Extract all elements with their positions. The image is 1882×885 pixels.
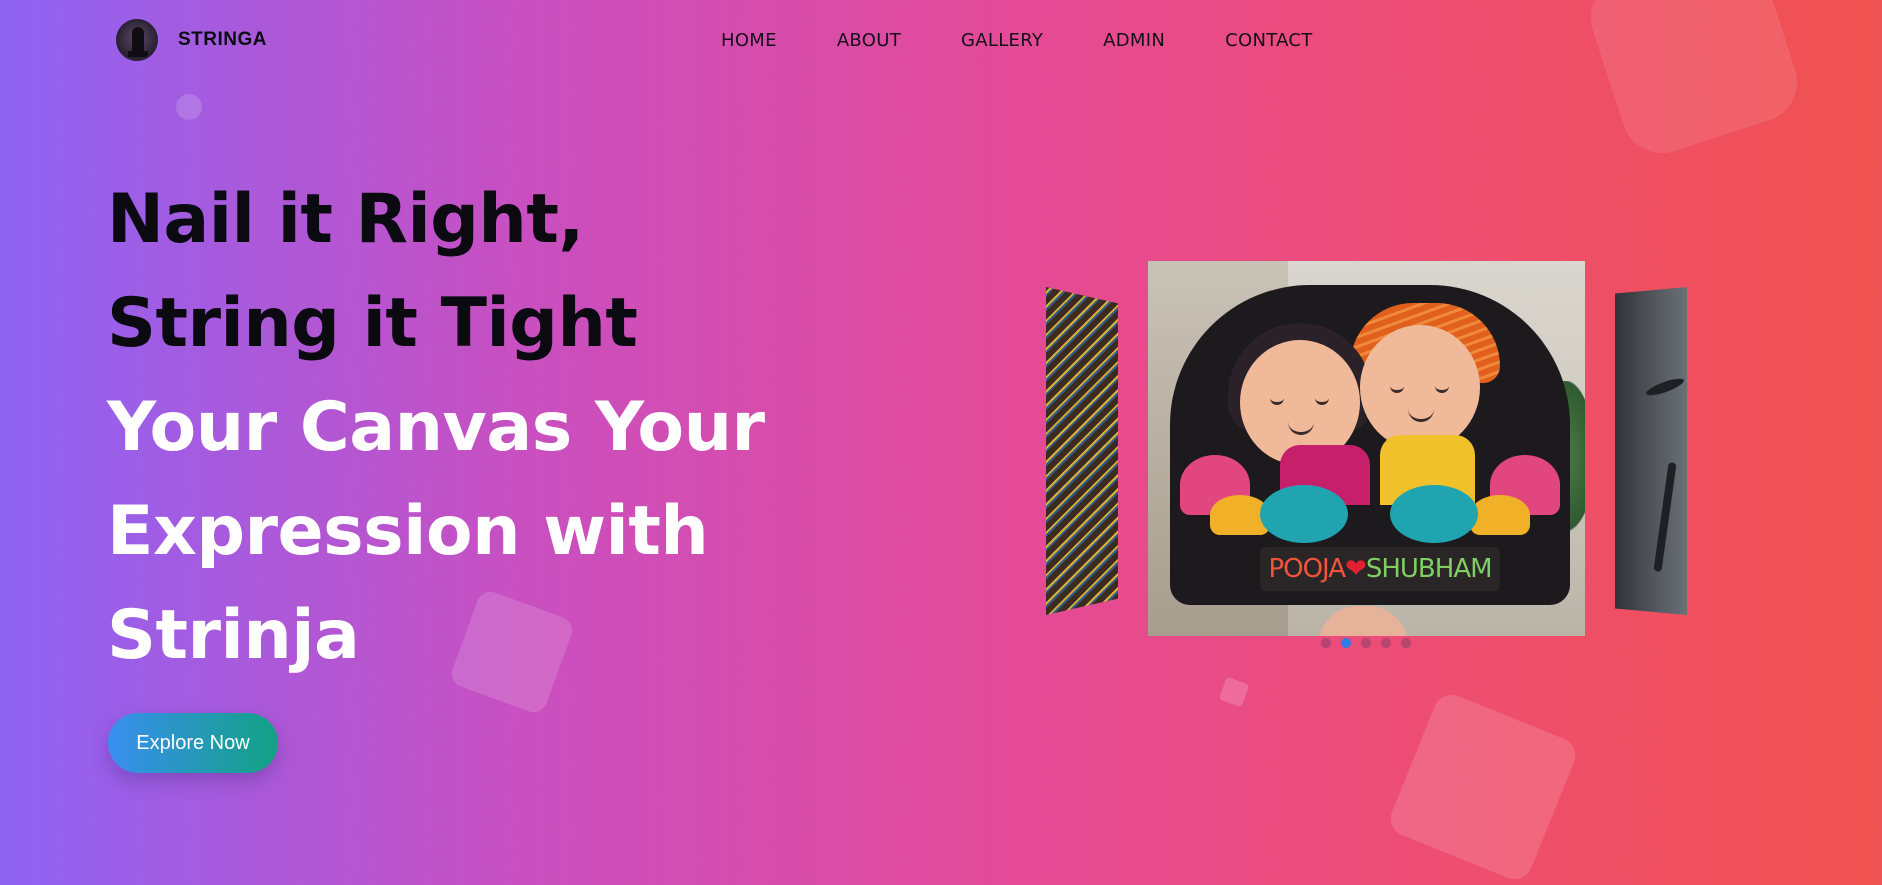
nav-admin[interactable]: ADMIN: [1103, 30, 1165, 52]
hero-line-2: String it Tight: [107, 284, 638, 363]
carousel-dot[interactable]: [1401, 638, 1411, 648]
nav-home[interactable]: HOME: [721, 30, 777, 52]
carousel-pagination: [1321, 638, 1411, 648]
heart-icon: ❤: [1345, 554, 1367, 584]
main-nav: HOME ABOUT GALLERY ADMIN CONTACT: [721, 30, 1313, 52]
nameplate-right: SHUBHAM: [1365, 554, 1493, 584]
nameplate-left: POOJA: [1268, 554, 1346, 584]
decorative-circle: [176, 94, 202, 120]
hero-line-5: Strinja: [107, 596, 360, 675]
carousel-slide-next[interactable]: [1615, 287, 1687, 615]
carousel-slide-previous[interactable]: [1046, 287, 1118, 615]
carousel-dot-active[interactable]: [1341, 638, 1351, 648]
hero-line-4: Expression with: [107, 492, 709, 571]
decorative-square: [1385, 689, 1581, 885]
string-art-image: POOJA❤SHUBHAM: [1170, 285, 1570, 605]
brand-name: STRINGA: [178, 29, 267, 50]
hero-line-1: Nail it Right,: [107, 180, 584, 259]
carousel-dot[interactable]: [1381, 638, 1391, 648]
carousel-slide-active[interactable]: POOJA❤SHUBHAM: [1148, 261, 1585, 636]
nameplate: POOJA❤SHUBHAM: [1260, 547, 1500, 591]
brand-logo-link[interactable]: STRINGA: [116, 19, 267, 61]
decorative-square: [1218, 676, 1250, 708]
nav-contact[interactable]: CONTACT: [1225, 30, 1312, 52]
hero-heading: Nail it Right, String it Tight Your Canv…: [107, 168, 765, 688]
nav-about[interactable]: ABOUT: [837, 30, 901, 52]
hand-image: [1318, 606, 1408, 636]
carousel-dot[interactable]: [1321, 638, 1331, 648]
nav-gallery[interactable]: GALLERY: [961, 30, 1043, 52]
carousel-dot[interactable]: [1361, 638, 1371, 648]
logo-icon: [116, 19, 158, 61]
explore-now-button[interactable]: Explore Now: [108, 713, 278, 773]
decorative-square: [1580, 0, 1808, 164]
hero-line-3: Your Canvas Your: [107, 388, 765, 467]
